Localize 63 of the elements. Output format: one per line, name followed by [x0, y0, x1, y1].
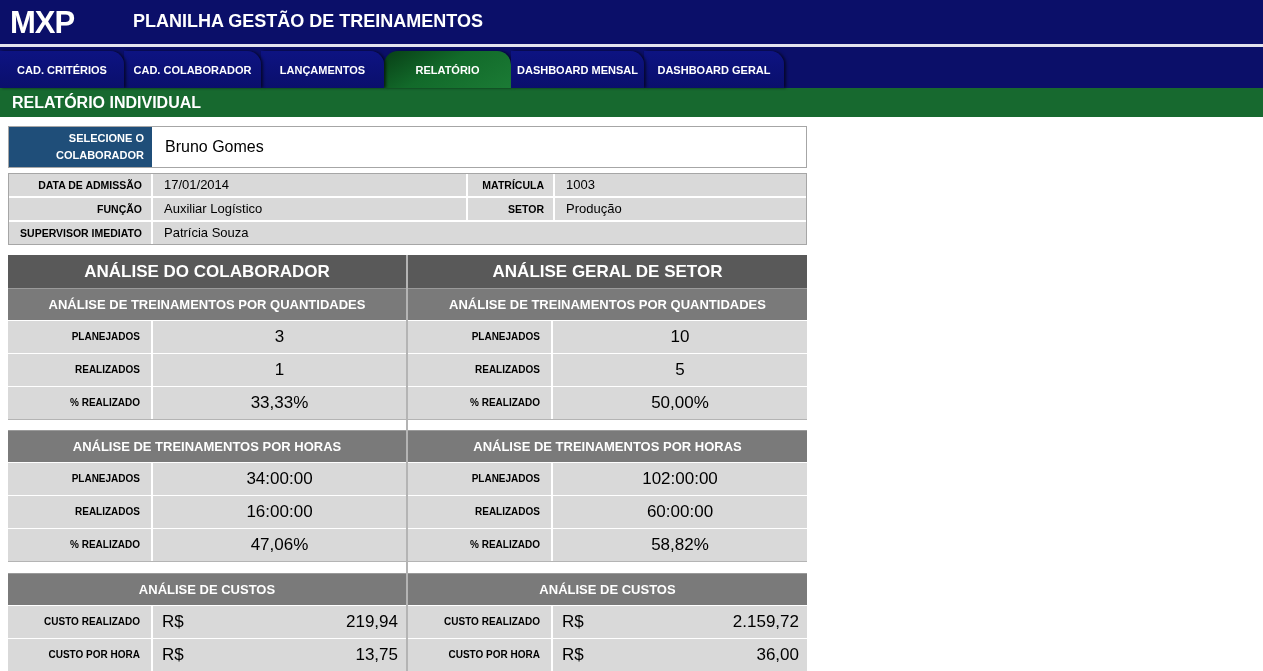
group-title: ANÁLISE DE TREINAMENTOS POR QUANTIDADES	[8, 288, 406, 320]
metric-value: 50,00%	[551, 387, 807, 419]
metric-value: 16:00:00	[151, 496, 406, 528]
field-label: DATA DE ADMISSÃO	[9, 174, 151, 196]
metric-label: PLANEJADOS	[408, 463, 551, 495]
logo: MXP	[10, 6, 76, 38]
metric-label: PLANEJADOS	[8, 321, 151, 353]
metric-value: 34:00:00	[151, 463, 406, 495]
field-value: Patrícia Souza	[153, 222, 806, 244]
tab[interactable]: LANÇAMENTOS	[261, 51, 384, 88]
field-value: Auxiliar Logístico	[153, 198, 466, 220]
group-title: ANÁLISE DE TREINAMENTOS POR HORAS	[408, 430, 807, 462]
currency-symbol: R$	[162, 644, 184, 666]
field-label: FUNÇÃO	[9, 198, 151, 220]
metric-value: 3	[151, 321, 406, 353]
metric-label: PLANEJADOS	[8, 463, 151, 495]
field-label: SUPERVISOR IMEDIATO	[9, 222, 151, 244]
metric-label: PLANEJADOS	[408, 321, 551, 353]
metric-label: % REALIZADO	[408, 529, 551, 561]
field-label: SETOR	[468, 198, 553, 220]
tab[interactable]: CAD. CRITÉRIOS	[0, 51, 124, 88]
metric-value: 219,94	[346, 611, 398, 633]
metric-value: 2.159,72	[732, 611, 799, 633]
tab[interactable]: CAD. COLABORADOR	[124, 51, 261, 88]
panel-title: ANÁLISE GERAL DE SETOR	[408, 255, 807, 288]
app-title: PLANILHA GESTÃO DE TREINAMENTOS	[133, 11, 483, 33]
metric-label: REALIZADOS	[8, 354, 151, 386]
metric-label: % REALIZADO	[408, 387, 551, 419]
metric-label: CUSTO POR HORA	[408, 639, 551, 671]
field-value: Produção	[555, 198, 806, 220]
metric-value: 102:00:00	[551, 463, 807, 495]
panel-title: ANÁLISE DO COLABORADOR	[8, 255, 406, 288]
field-label: MATRÍCULA	[468, 174, 553, 196]
section-header: RELATÓRIO INDIVIDUAL	[0, 88, 1263, 117]
metric-value: 13,75	[355, 644, 398, 666]
group-title: ANÁLISE DE TREINAMENTOS POR QUANTIDADES	[408, 288, 807, 320]
tab[interactable]: DASHBOARD GERAL	[644, 51, 784, 88]
metric-value: 58,82%	[551, 529, 807, 561]
group-title: ANÁLISE DE TREINAMENTOS POR HORAS	[8, 430, 406, 462]
field-value: 17/01/2014	[153, 174, 466, 196]
group-title: ANÁLISE DE CUSTOS	[408, 573, 807, 605]
tab[interactable]: RELATÓRIO	[384, 51, 511, 88]
metric-label: REALIZADOS	[408, 496, 551, 528]
field-value: 1003	[555, 174, 806, 196]
currency-symbol: R$	[562, 611, 584, 633]
metric-value: 1	[151, 354, 406, 386]
currency-symbol: R$	[162, 611, 184, 633]
metric-label: % REALIZADO	[8, 387, 151, 419]
currency-symbol: R$	[562, 644, 584, 666]
metric-label: CUSTO REALIZADO	[8, 606, 151, 638]
metric-label: % REALIZADO	[8, 529, 151, 561]
metric-label: CUSTO REALIZADO	[408, 606, 551, 638]
metric-value: 5	[551, 354, 807, 386]
metric-label: REALIZADOS	[8, 496, 151, 528]
metric-value: 60:00:00	[551, 496, 807, 528]
metric-value: 10	[551, 321, 807, 353]
metric-value: 36,00	[756, 644, 799, 666]
metric-label: CUSTO POR HORA	[8, 639, 151, 671]
tab[interactable]: DASHBOARD MENSAL	[511, 51, 644, 88]
group-title: ANÁLISE DE CUSTOS	[8, 573, 406, 605]
metric-label: REALIZADOS	[408, 354, 551, 386]
metric-value: 47,06%	[151, 529, 406, 561]
metric-value: 33,33%	[151, 387, 406, 419]
